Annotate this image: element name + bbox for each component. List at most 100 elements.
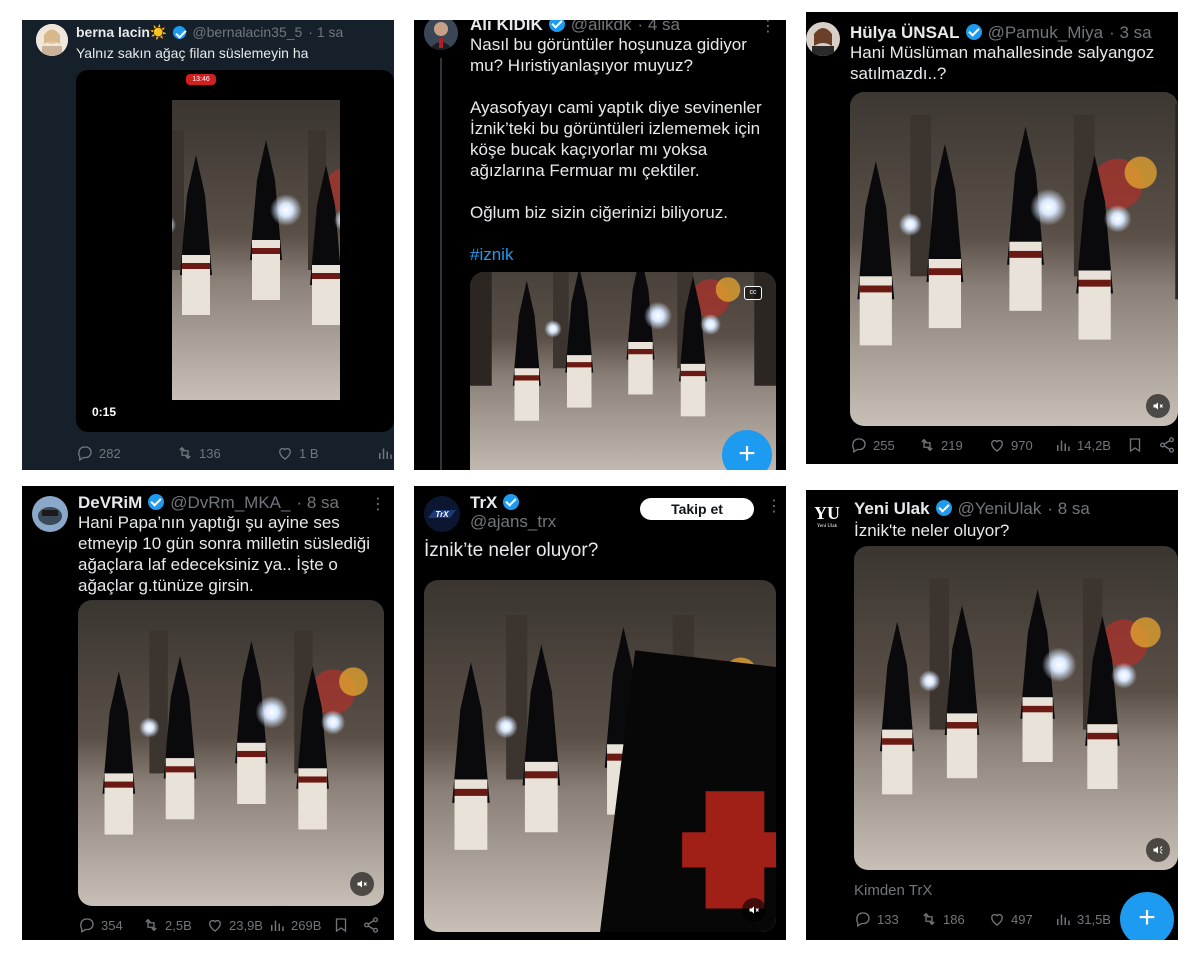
reply-button[interactable]: 133: [854, 910, 920, 928]
post-video[interactable]: 13:46 0:15: [76, 70, 394, 432]
video-frame: [172, 100, 340, 400]
post-time: · 8 sa: [296, 493, 339, 512]
verified-badge-icon: [148, 494, 165, 510]
reply-button[interactable]: 282: [76, 444, 176, 462]
post-text: İznik'te neler oluyor?: [854, 521, 1010, 540]
author-handle[interactable]: @bernalacin35_5: [192, 24, 302, 40]
compose-post-button[interactable]: +: [1120, 892, 1174, 940]
author-handle[interactable]: @alikdk: [571, 20, 632, 35]
post-paragraph: Oğlum biz sizin ciğerinizi biliyoruz.: [470, 203, 728, 222]
hashtag-link[interactable]: #iznik: [470, 244, 780, 265]
captions-icon[interactable]: cc: [744, 286, 762, 300]
post-video[interactable]: [854, 546, 1178, 870]
heart-icon: [279, 447, 291, 460]
mute-icon[interactable]: [1146, 394, 1170, 418]
post-time: · 3 sa: [1109, 23, 1152, 42]
bookmark-button[interactable]: [1126, 436, 1158, 454]
verified-badge-icon: [173, 26, 187, 39]
mute-icon[interactable]: [742, 898, 766, 922]
post-paragraph: Nasıl bu görüntüler hoşunuza gidiyor mu?…: [470, 35, 747, 75]
reply-icon: [80, 918, 94, 933]
post-text: Hani Papa’nın yaptığı şu ayine ses etmey…: [78, 513, 370, 595]
avatar[interactable]: [424, 20, 458, 50]
reply-button[interactable]: 255: [850, 436, 918, 454]
yeni-ulak-logo: YU Yeni Ulak: [814, 503, 840, 529]
author-name[interactable]: Ali KIDIK: [470, 20, 543, 35]
post-card-berna[interactable]: berna lacin☀️ @bernalacin35_5 · 1 sa Yal…: [22, 20, 394, 470]
like-button[interactable]: 23,9B: [206, 916, 268, 934]
post-video[interactable]: [850, 92, 1178, 426]
author-handle[interactable]: @ajans_trx: [470, 512, 556, 532]
share-icon: [1159, 437, 1175, 453]
video-frame: [424, 580, 776, 932]
post-paragraph: Ayasofyayı cami yaptık diye sevinenler İ…: [470, 98, 762, 180]
heart-icon: [209, 919, 221, 932]
views-icon: [1057, 914, 1070, 925]
trx-logo-text: TrX: [435, 510, 449, 519]
repost-icon: [179, 446, 191, 460]
source-attribution[interactable]: Kimden TrX: [854, 882, 932, 899]
post-card-devrim[interactable]: DeVRiM @DvRm_MKA_ · 8 sa ⋮ Hani Papa’nın…: [22, 486, 394, 940]
repost-icon: [923, 912, 935, 926]
post-text: Hani Müslüman mahallesinde salyangoz sat…: [850, 43, 1155, 83]
share-button[interactable]: [362, 916, 380, 934]
avatar[interactable]: TrX: [424, 496, 460, 532]
avatar[interactable]: [36, 24, 68, 56]
verified-badge-icon: [548, 20, 565, 32]
verified-badge-icon: [935, 500, 952, 516]
views-button[interactable]: 269B: [268, 916, 332, 934]
views-button[interactable]: 14,2B: [1054, 436, 1126, 454]
post-time: · 4 sa: [637, 20, 680, 34]
post-text: İznik’te neler oluyor?: [424, 540, 599, 561]
author-name[interactable]: berna lacin☀️: [76, 24, 167, 41]
repost-icon: [921, 438, 933, 452]
author-handle[interactable]: @YeniUlak: [958, 499, 1042, 519]
repost-button[interactable]: 136: [176, 444, 276, 462]
thread-line: [440, 58, 442, 470]
repost-icon: [145, 918, 157, 932]
post-text: Nasıl bu görüntüler hoşunuza gidiyor mu?…: [470, 34, 780, 265]
more-options-icon[interactable]: ⋮: [370, 494, 387, 514]
author-name[interactable]: DeVRiM: [78, 493, 142, 513]
author-handle[interactable]: @DvRm_MKA_: [170, 493, 290, 513]
avatar[interactable]: YU Yeni Ulak: [810, 502, 844, 536]
mute-icon[interactable]: [1146, 838, 1170, 862]
post-card-ali[interactable]: Ali KIDIK @alikdk · 4 sa ⋮ Nasıl bu görü…: [414, 20, 786, 470]
author-name[interactable]: Hülya ÜNSAL: [850, 23, 960, 43]
reply-icon: [852, 438, 866, 453]
author-name[interactable]: Yeni Ulak: [854, 499, 930, 519]
author-handle[interactable]: @Pamuk_Miya: [988, 23, 1104, 43]
bookmark-button[interactable]: [332, 916, 362, 934]
post-card-yeniulak[interactable]: YU Yeni Ulak Yeni Ulak @YeniUlak · 8 sa …: [806, 490, 1178, 940]
avatar[interactable]: [806, 22, 840, 56]
post-text: Yalnız sakın ağaç filan süslemeyin ha: [76, 45, 309, 61]
bookmark-icon: [335, 918, 347, 933]
author-name[interactable]: TrX: [470, 493, 497, 513]
verified-badge-icon: [965, 24, 982, 40]
views-button[interactable]: [376, 444, 394, 462]
avatar[interactable]: [32, 496, 68, 532]
repost-button[interactable]: 2,5B: [142, 916, 206, 934]
post-card-trx[interactable]: TrX TrX @ajans_trx Takip et ⋮ İznik’te n…: [414, 486, 786, 940]
phone-status-bar: 13:46: [186, 74, 216, 85]
heart-icon: [991, 913, 1003, 926]
like-button[interactable]: 497: [988, 910, 1054, 928]
post-card-hulya[interactable]: Hülya ÜNSAL @Pamuk_Miya · 3 sa Hani Müsl…: [806, 12, 1178, 464]
post-video[interactable]: [78, 600, 384, 906]
views-button[interactable]: 31,5B: [1054, 910, 1111, 928]
reply-icon: [78, 446, 92, 461]
post-video[interactable]: [424, 580, 776, 932]
post-time: · 8 sa: [1047, 499, 1090, 518]
heart-icon: [991, 439, 1003, 452]
share-button[interactable]: [1158, 436, 1176, 454]
share-icon: [363, 917, 379, 933]
repost-button[interactable]: 219: [918, 436, 988, 454]
reply-button[interactable]: 354: [78, 916, 142, 934]
reply-icon: [856, 912, 870, 927]
follow-button[interactable]: Takip et: [640, 498, 754, 520]
repost-button[interactable]: 186: [920, 910, 988, 928]
mute-icon[interactable]: [350, 872, 374, 896]
like-button[interactable]: 1 B: [276, 444, 376, 462]
like-button[interactable]: 970: [988, 436, 1054, 454]
more-options-icon[interactable]: ⋮: [766, 496, 783, 516]
